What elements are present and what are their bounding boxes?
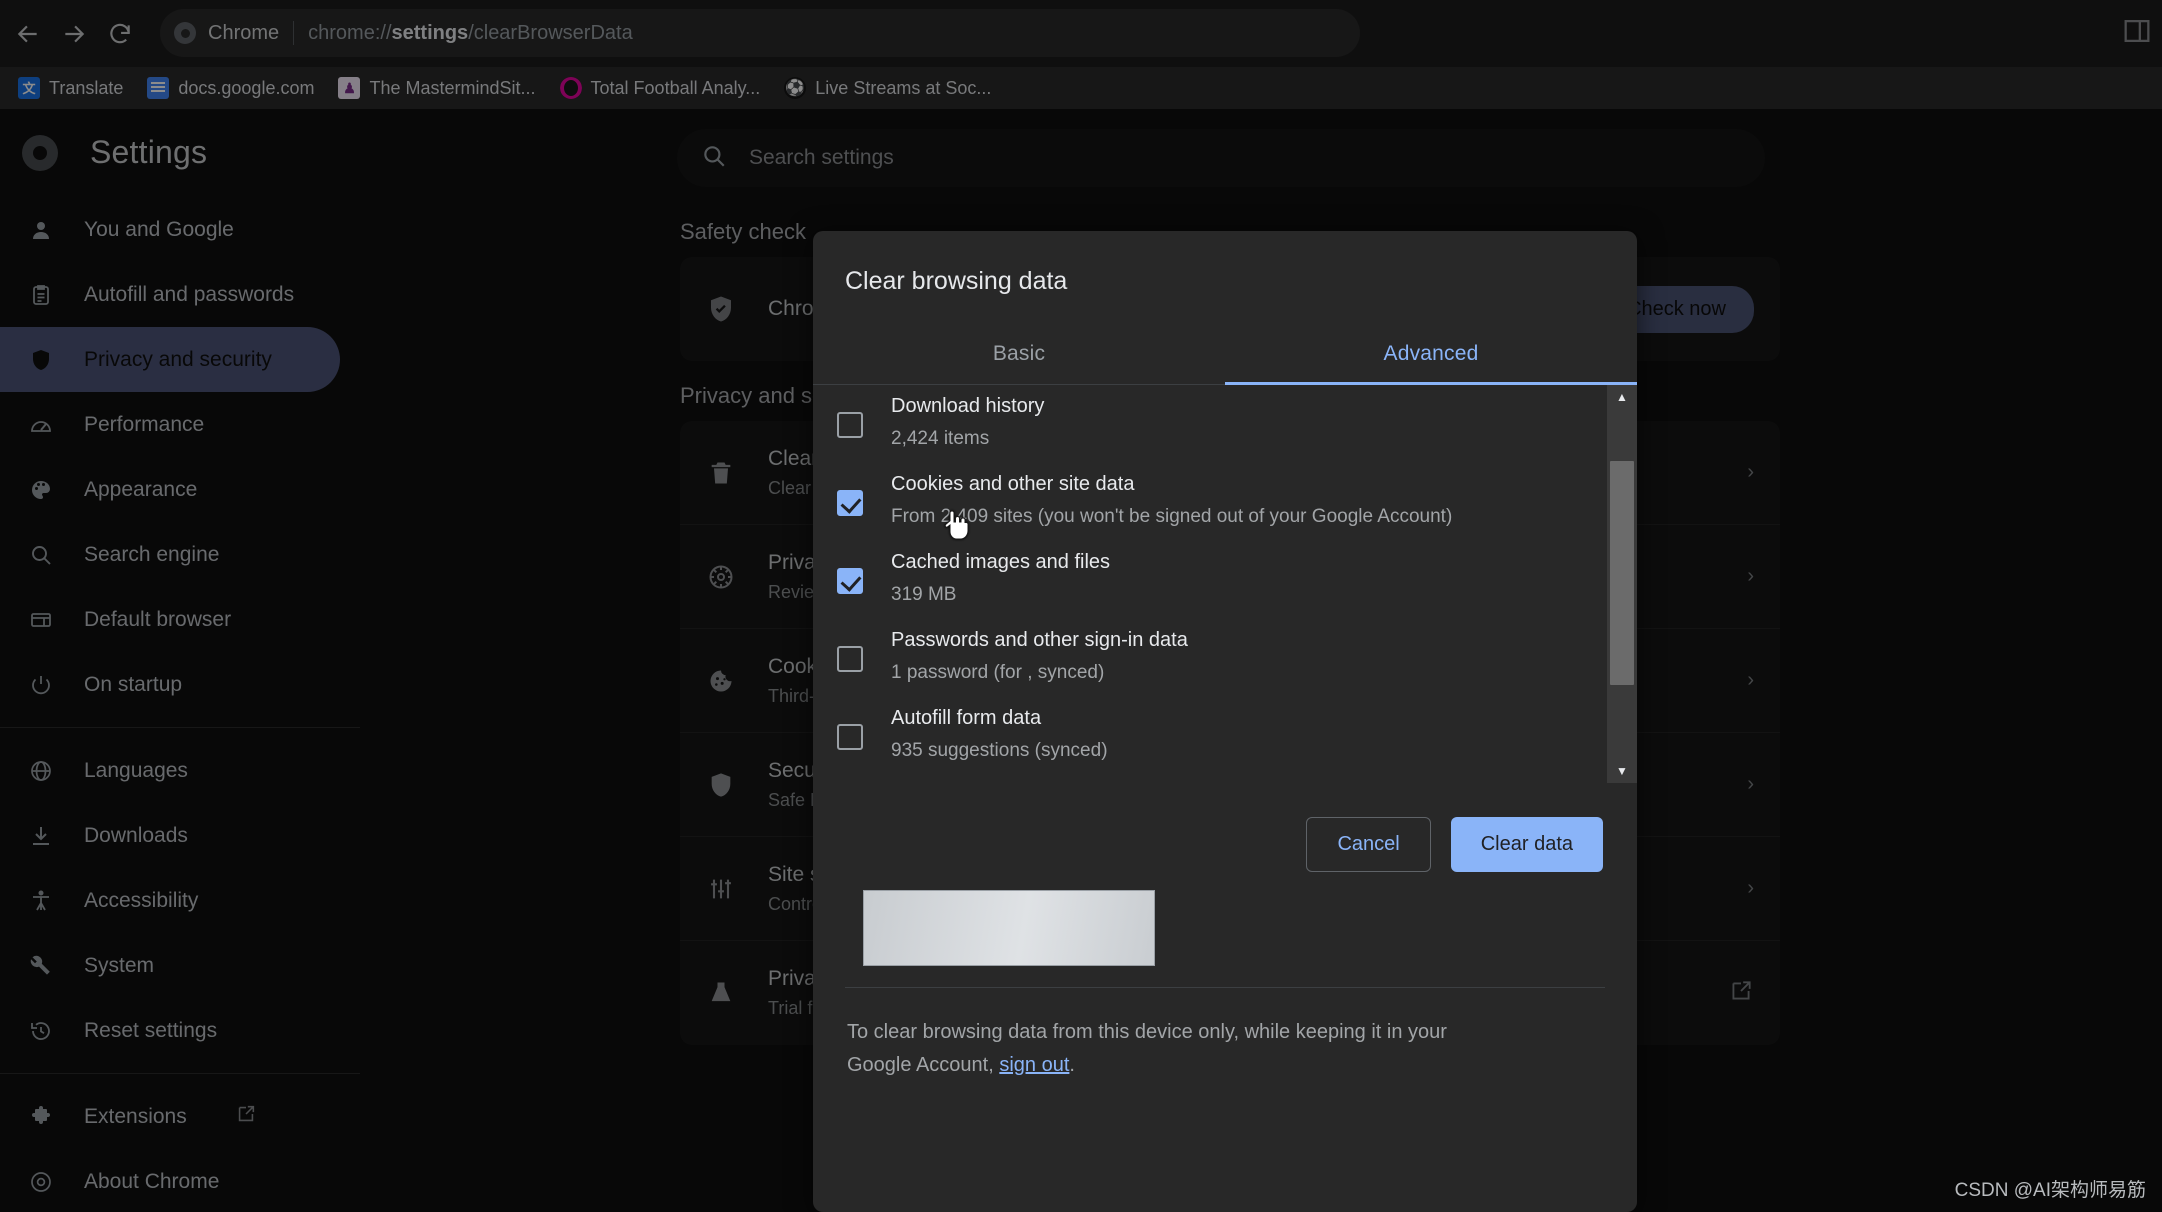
checkbox-row-cached-images-and-files[interactable]: Cached images and files 319 MB <box>837 539 1637 617</box>
screen: Chrome chrome://settings/clearBrowserDat… <box>0 0 2162 1212</box>
checkbox-sublabel: From 2,409 sites (you won't be signed ou… <box>891 506 1453 527</box>
checkbox-sublabel: 1 password (for , synced) <box>891 662 1105 683</box>
checkbox[interactable] <box>837 724 863 750</box>
checkbox-row-passwords-and-other-sign-in-data[interactable]: Passwords and other sign-in data 1 passw… <box>837 617 1637 695</box>
scrollbar-thumb[interactable] <box>1610 461 1634 685</box>
mouse-cursor-pointer-icon <box>944 509 970 543</box>
checkbox-label: Autofill form data <box>891 707 1042 729</box>
tab-advanced[interactable]: Advanced <box>1225 326 1637 384</box>
checkbox-label: Cookies and other site data <box>891 473 1135 495</box>
checkbox-label: Download history <box>891 395 1045 417</box>
checkbox-row-autofill-form-data[interactable]: Autofill form data 935 suggestions (sync… <box>837 695 1637 773</box>
checkbox-label: Passwords and other sign-in data <box>891 629 1188 651</box>
data-type-scroll-area[interactable]: Browsing history Download history 2,424 … <box>813 385 1637 783</box>
watermark: CSDN @AI架构师易筋 <box>1954 1180 2146 1201</box>
redaction-overlay <box>863 890 1155 966</box>
checkbox[interactable] <box>837 568 863 594</box>
clear-data-button[interactable]: Clear data <box>1450 817 1603 872</box>
footer-text-before: To clear browsing data from this device … <box>847 1021 1447 1076</box>
scroll-down-arrow-icon[interactable]: ▼ <box>1607 759 1637 783</box>
checkbox-row-site-settings[interactable]: Site settings 51 sites <box>837 773 1637 783</box>
checkbox-row-download-history[interactable]: Download history 2,424 items <box>837 385 1637 461</box>
cancel-button[interactable]: Cancel <box>1306 817 1431 872</box>
checkbox-sublabel: 935 suggestions (synced) <box>891 740 1108 761</box>
dialog-footer-note: To clear browsing data from this device … <box>813 988 1533 1082</box>
footer-text-after: . <box>1069 1054 1075 1076</box>
clear-browsing-data-dialog: Clear browsing data Basic Advanced Brows… <box>813 231 1637 1212</box>
checkbox-label: Cached images and files <box>891 551 1111 573</box>
dialog-scrollbar[interactable]: ▲ ▼ <box>1607 385 1637 783</box>
signed-in-account-row: com <box>845 890 1605 988</box>
dialog-actions: Cancel Clear data <box>813 783 1637 902</box>
checkbox-sublabel: 2,424 items <box>891 428 990 449</box>
dialog-title: Clear browsing data <box>845 267 1068 295</box>
checkbox[interactable] <box>837 412 863 438</box>
scroll-up-arrow-icon[interactable]: ▲ <box>1607 385 1637 409</box>
sign-out-link[interactable]: sign out <box>999 1054 1069 1076</box>
checkbox[interactable] <box>837 646 863 672</box>
checkbox[interactable] <box>837 490 863 516</box>
dialog-tabs: Basic Advanced <box>813 326 1637 385</box>
tab-basic[interactable]: Basic <box>813 326 1225 384</box>
checkbox-sublabel: 319 MB <box>891 584 957 605</box>
data-type-list: Browsing history Download history 2,424 … <box>837 385 1637 783</box>
